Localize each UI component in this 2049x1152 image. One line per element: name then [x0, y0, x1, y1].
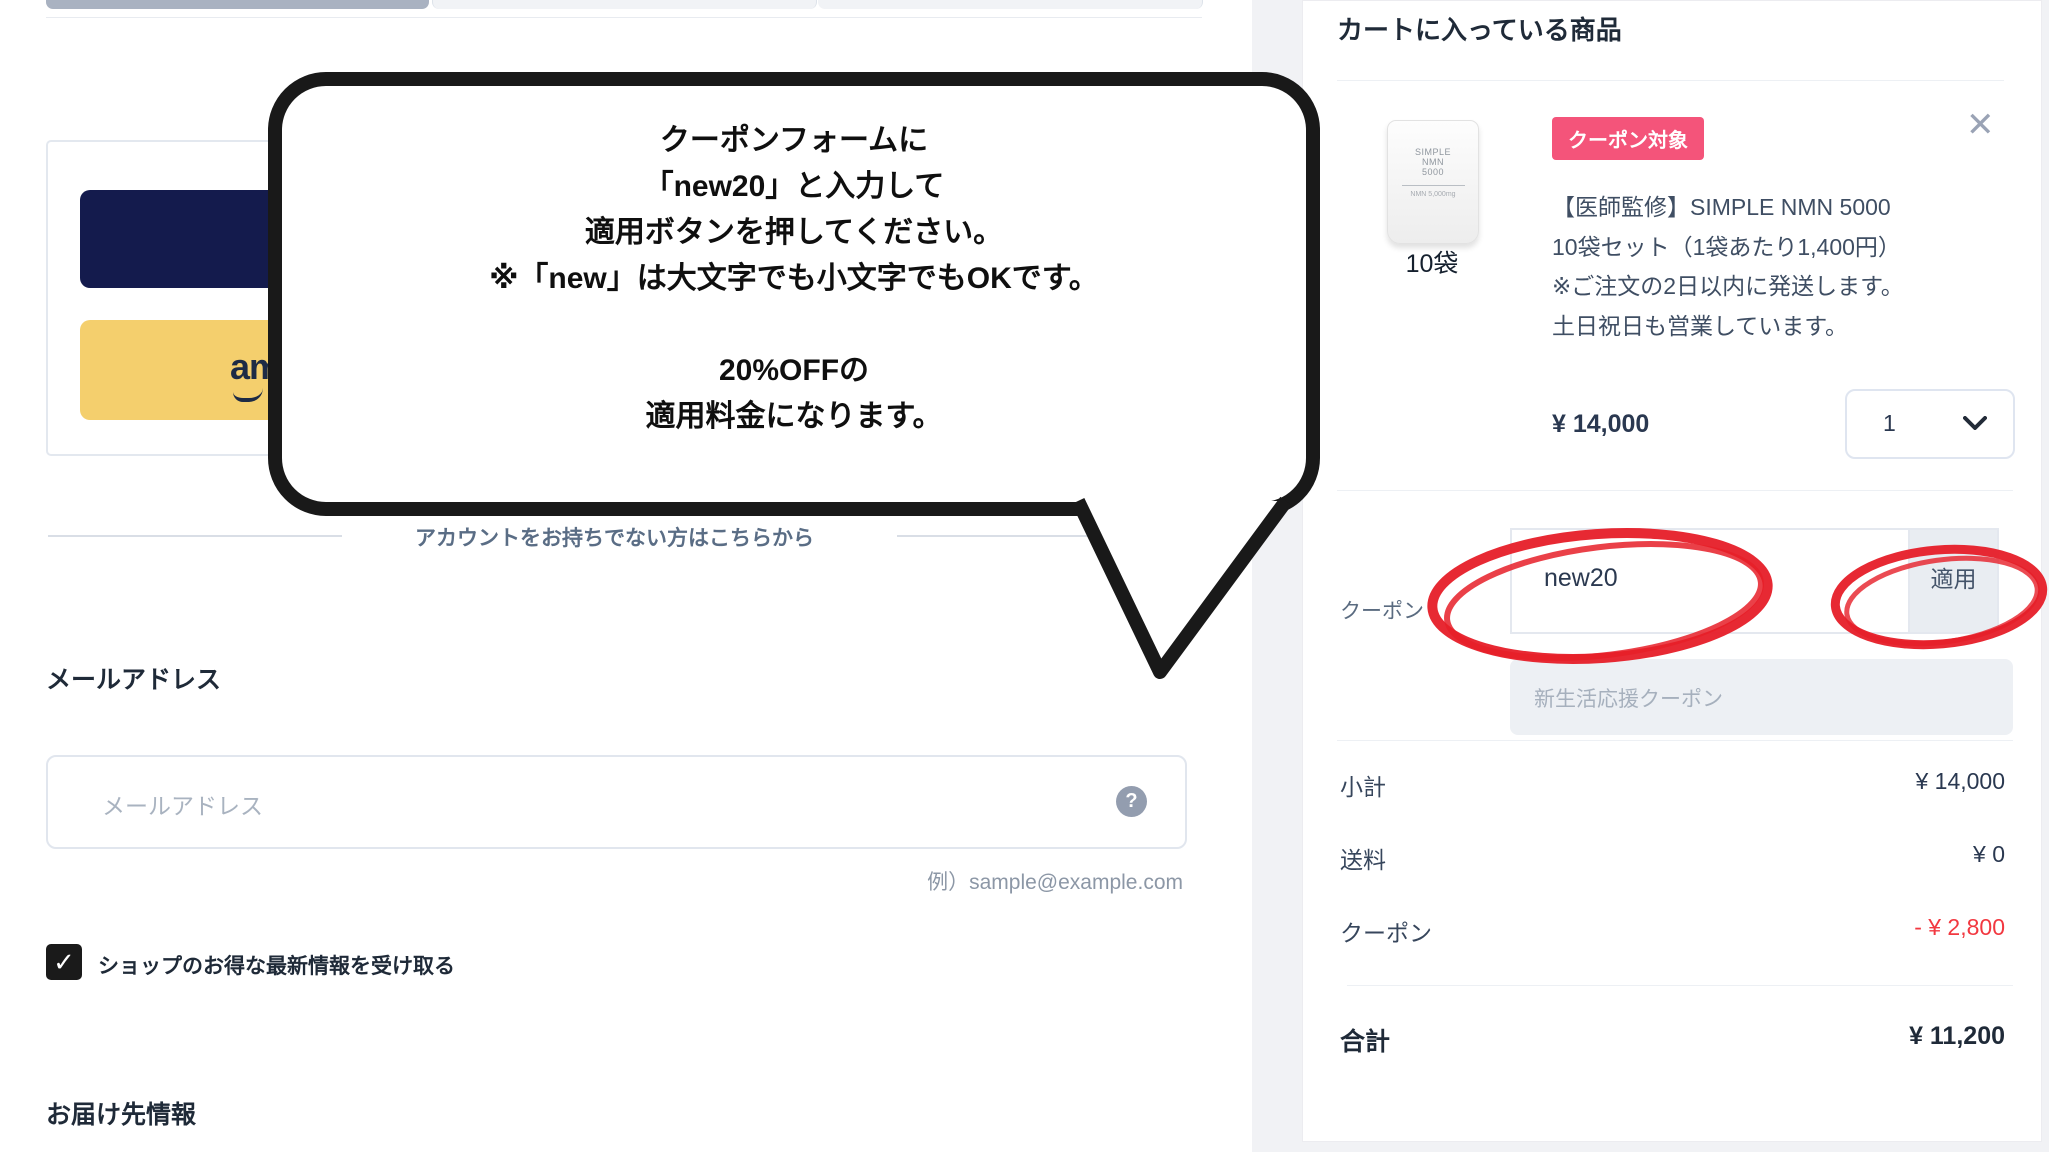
product-note-line: 土日祝日も営業しています。: [1552, 307, 1972, 347]
coupon-eligible-badge: クーポン対象: [1552, 117, 1704, 160]
cart-divider-4: [1347, 985, 2013, 986]
no-account-divider-text: アカウントをお持ちでない方はこちらから: [379, 522, 850, 552]
shipping-value: ¥ 0: [1605, 841, 2005, 868]
coupon-row-label: クーポン: [1340, 595, 1424, 625]
tab-3[interactable]: [818, 0, 1203, 9]
product-title-line: 10袋セット（1袋あたり1,400円）: [1552, 228, 1972, 268]
newsletter-label: ショップのお得な最新情報を受け取る: [98, 950, 455, 980]
email-example-text: 例）sample@example.com: [783, 866, 1183, 896]
coupon-discount-label: クーポン: [1340, 914, 1432, 948]
subtotal-label: 小計: [1340, 768, 1386, 802]
tab-active[interactable]: [46, 0, 429, 9]
tabbar-divider: [46, 17, 1202, 18]
quantity-select[interactable]: 1: [1845, 389, 2015, 459]
product-note-line: ※ご注文の2日以内に発送します。: [1552, 267, 1972, 307]
product-image-caption: 10袋: [1387, 244, 1477, 280]
cart-divider-1: [1337, 80, 2004, 81]
cart-divider-3: [1337, 740, 2013, 741]
divider-line-right: [897, 535, 1222, 537]
email-section-heading: メールアドレス: [46, 660, 221, 696]
cart-divider-2: [1337, 490, 2013, 491]
amazon-smile-icon: [233, 386, 263, 402]
coupon-code-input[interactable]: new20 適用: [1510, 528, 1999, 634]
subtotal-value: ¥ 14,000: [1605, 768, 2005, 795]
checkout-page: amazon pay アカウントをお持ちでない方はこちらから メールアドレス メ…: [0, 0, 2049, 1152]
coupon-discount-value: - ¥ 2,800: [1605, 914, 2005, 941]
coupon-secondary-input[interactable]: 新生活応援クーポン: [1510, 659, 2013, 735]
shipping-label: 送料: [1340, 841, 1386, 875]
email-placeholder: メールアドレス: [102, 787, 263, 821]
coupon-code-value: new20: [1544, 564, 1618, 593]
instruction-speech-bubble: クーポンフォームに 「new20」と入力して 適用ボタンを押してください。 ※「…: [268, 72, 1320, 516]
apply-coupon-button[interactable]: 適用: [1908, 530, 1997, 632]
quantity-value: 1: [1883, 410, 1896, 437]
total-label: 合計: [1340, 1022, 1390, 1058]
tab-2[interactable]: [432, 0, 817, 9]
coupon-placeholder: 新生活応援クーポン: [1534, 683, 1723, 713]
product-title-line: 【医師監修】SIMPLE NMN 5000: [1552, 188, 1972, 228]
cart-header: カートに入っている商品: [1337, 10, 1622, 47]
divider-line-left: [48, 535, 342, 537]
total-value: ¥ 11,200: [1605, 1022, 2005, 1051]
chevron-down-icon: [1963, 416, 1987, 430]
product-description: 【医師監修】SIMPLE NMN 5000 10袋セット（1袋あたり1,400円…: [1552, 188, 1972, 346]
help-question-icon[interactable]: ?: [1116, 786, 1147, 817]
newsletter-checkbox[interactable]: ✓: [46, 944, 82, 980]
email-field[interactable]: メールアドレス ?: [46, 755, 1187, 849]
speech-bubble-text: クーポンフォームに 「new20」と入力して 適用ボタンを押してください。 ※「…: [282, 118, 1306, 440]
product-image: SIMPLENMN5000 NMN 5,000mg: [1387, 120, 1479, 244]
shipping-info-heading: お届け先情報: [46, 1095, 196, 1131]
product-price: ¥ 14,000: [1552, 410, 1649, 439]
remove-item-close-icon[interactable]: ✕: [1966, 108, 1995, 142]
